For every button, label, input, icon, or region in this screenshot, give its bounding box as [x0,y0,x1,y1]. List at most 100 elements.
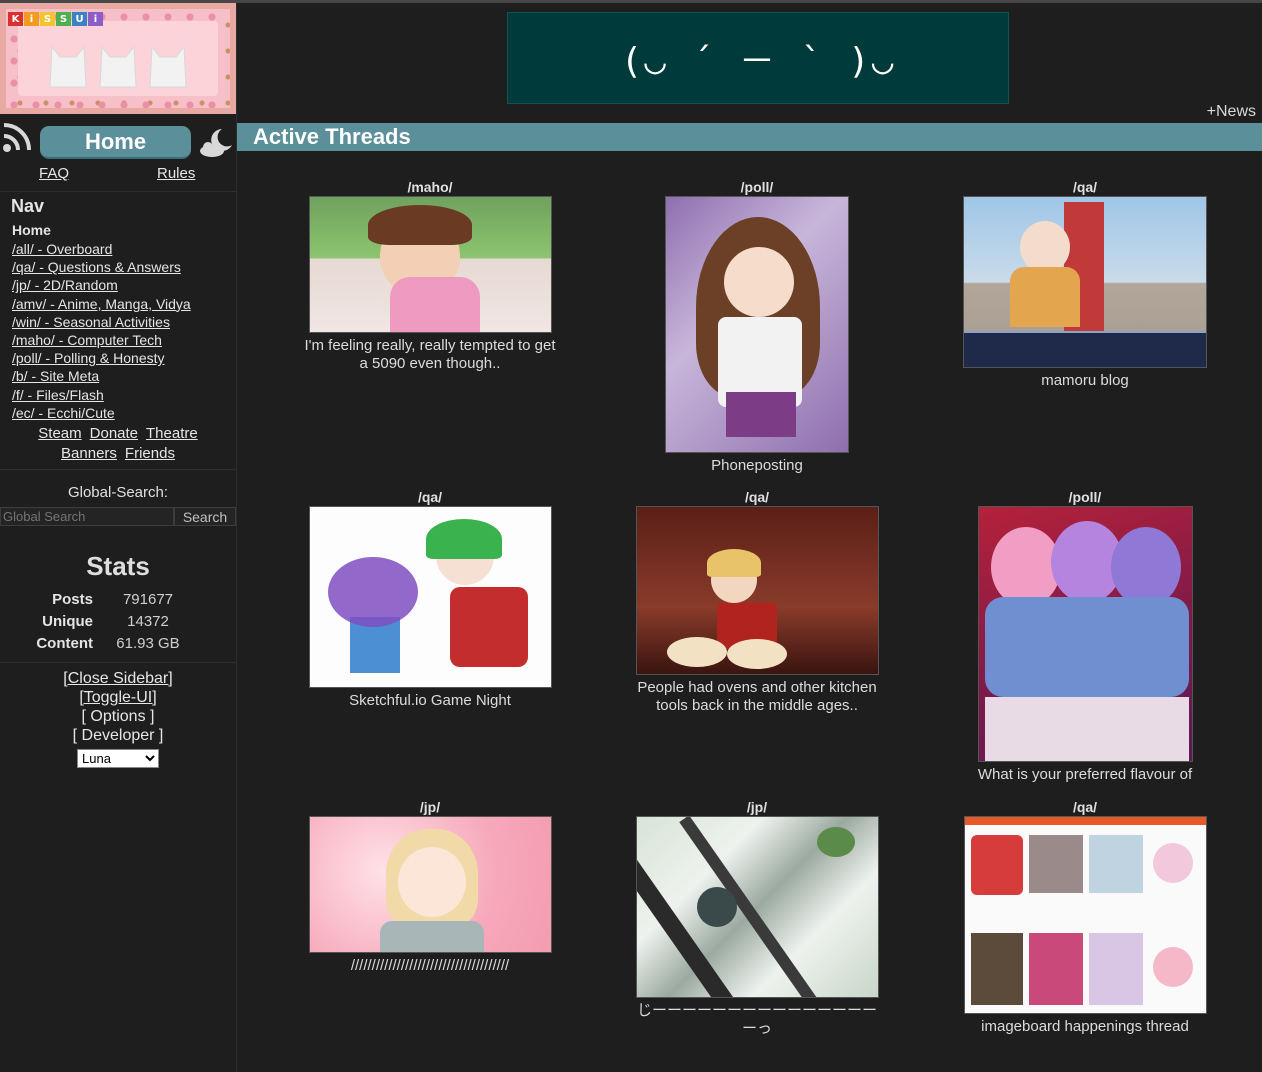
divider [0,662,236,663]
board-nav-list: /all/ - Overboard/qa/ - Questions & Answ… [12,240,191,422]
global-search-button[interactable]: Search [174,507,236,526]
thread-thumbnail[interactable] [308,506,552,688]
sidebar: KiSSUi Home FAQ Rules Nav Home /all/ - O… [0,3,237,1072]
thread-subject: Sketchful.io Game Night [349,692,511,709]
thread-thumbnail[interactable] [977,506,1193,762]
thread-board[interactable]: /maho/ [300,179,560,196]
nav-item: /win/ - Seasonal Activities [12,313,191,331]
thread-subject: People had ovens and other kitchen tools… [637,679,877,714]
nav-board-link[interactable]: /poll/ - Polling & Honesty [12,350,165,366]
stat-key: Posts [52,591,93,608]
toggle-ui-link[interactable]: [Toggle-UI] [79,689,156,706]
stat-key: Content [36,635,93,652]
nav-board-link[interactable]: /qa/ - Questions & Answers [12,259,181,275]
thread-card[interactable]: /jp/ ///////////////////////////////////… [300,799,560,975]
nav-board-link[interactable]: /maho/ - Computer Tech [12,332,162,348]
logo-letter: K [8,12,23,26]
thread-card[interactable]: /qa/ imageboard happenings thread [955,799,1215,1036]
thread-board[interactable]: /jp/ [300,799,560,816]
logo-letter: i [88,12,103,26]
active-threads-header: Active Threads [237,123,1262,151]
thread-subject: I'm feeling really, really tempted to ge… [304,337,556,372]
extra-link[interactable]: Theatre [146,425,198,442]
options-links: [Close Sidebar] [Toggle-UI] [ Options ] … [0,669,236,745]
rss-icon[interactable] [2,119,34,153]
rules-link[interactable]: Rules [157,165,195,182]
thread-board[interactable]: /qa/ [300,489,560,506]
thread-board[interactable]: /jp/ [627,799,887,816]
nav-item: /jp/ - 2D/Random [12,276,191,294]
thread-board[interactable]: /poll/ [627,179,887,196]
home-button[interactable]: Home [40,126,191,159]
moon-cloud-icon[interactable] [198,127,234,159]
close-sidebar-link[interactable]: [Close Sidebar] [63,670,172,687]
nav-item: /all/ - Overboard [12,240,191,258]
thread-card[interactable]: /poll/ What is your preferred flavour of [955,489,1215,784]
thread-thumbnail[interactable] [665,196,849,453]
theme-select[interactable]: Luna [77,749,159,768]
nav-board-link[interactable]: /jp/ - 2D/Random [12,277,118,293]
stat-key: Unique [42,613,93,630]
thread-card[interactable]: /jp/ じーーーーーーーーーーーーーーーーっ [627,799,887,1038]
stat-row: Content 61.93 GB [0,635,236,657]
nav-board-link[interactable]: /win/ - Seasonal Activities [12,314,170,330]
extra-links-row: Steam Donate Theatre [0,424,236,444]
nav-board-link[interactable]: /amv/ - Anime, Manga, Vidya [12,296,191,312]
nav-title: Nav [11,196,45,216]
news-link[interactable]: +News [1207,103,1256,121]
site-logo[interactable]: KiSSUi [0,3,236,114]
nav-item: /poll/ - Polling & Honesty [12,349,191,367]
cat-silhouette-icon [98,43,138,91]
cat-silhouette-icon [48,43,88,91]
thread-thumbnail[interactable] [963,816,1207,1014]
extra-link[interactable]: Donate [90,425,138,442]
nav-board-link[interactable]: /f/ - Files/Flash [12,387,104,403]
thread-thumbnail[interactable] [635,816,879,998]
nav-board-link[interactable]: /all/ - Overboard [12,241,112,257]
thread-board[interactable]: /qa/ [955,799,1215,816]
options-link[interactable]: [ Options ] [82,708,155,725]
stat-value: 14372 [127,613,169,630]
thread-thumbnail[interactable] [635,506,879,675]
extra-link[interactable]: Steam [38,425,81,442]
divider [0,469,236,470]
global-search-label: Global-Search: [67,484,169,501]
thread-subject: Phoneposting [711,457,803,474]
nav-item: /ec/ - Ecchi/Cute [12,404,191,422]
stat-row: Unique 14372 [0,613,236,635]
nav-item: /b/ - Site Meta [12,367,191,385]
extra-links: Steam Donate Theatre Banners Friends [0,424,236,463]
thread-card[interactable]: /maho/ I'm feeling really, really tempte… [300,179,560,373]
thread-card[interactable]: /qa/ People had ovens and other kitchen … [627,489,887,715]
thread-thumbnail[interactable] [308,196,552,333]
thread-board[interactable]: /poll/ [955,489,1215,506]
thread-card[interactable]: /poll/ Phoneposting [627,179,887,475]
faq-link[interactable]: FAQ [39,165,69,182]
thread-thumbnail[interactable] [308,816,552,953]
extra-link[interactable]: Friends [125,445,175,462]
nav-board-link[interactable]: /ec/ - Ecchi/Cute [12,405,115,421]
extra-link[interactable]: Banners [61,445,117,462]
extra-links-row: Banners Friends [0,444,236,464]
thread-board[interactable]: /qa/ [955,179,1215,196]
logo-letter: S [56,12,71,26]
banner[interactable]: (◡ ´ － ` )◡ [507,12,1009,104]
stat-value: 61.93 GB [116,635,180,652]
nav-item: /amv/ - Anime, Manga, Vidya [12,295,191,313]
thread-subject: ////////////////////////////////////// [350,957,510,974]
logo-letter: S [40,12,55,26]
thread-card[interactable]: /qa/ Sketchful.io Game Night [300,489,560,710]
thread-board[interactable]: /qa/ [627,489,887,506]
thread-card[interactable]: /qa/ mamoru blog [955,179,1215,390]
logo-letter: U [72,12,87,26]
thread-thumbnail[interactable] [963,196,1207,368]
thread-subject: mamoru blog [1041,372,1129,389]
nav-item: /qa/ - Questions & Answers [12,258,191,276]
global-search-input[interactable] [0,507,174,526]
nav-item: /f/ - Files/Flash [12,386,191,404]
logo-letter: i [24,12,39,26]
developer-link[interactable]: [ Developer ] [73,727,164,744]
thread-subject: imageboard happenings thread [981,1018,1189,1035]
nav-board-link[interactable]: /b/ - Site Meta [12,368,99,384]
thread-subject: じーーーーーーーーーーーーーーーーっ [637,1002,878,1037]
